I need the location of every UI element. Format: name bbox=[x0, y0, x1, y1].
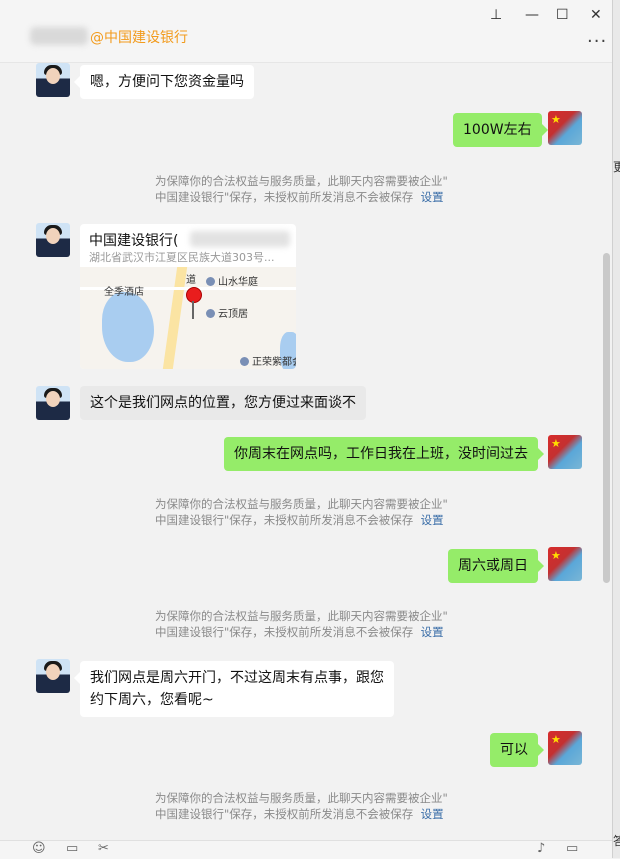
mic-icon[interactable]: ♪ bbox=[537, 841, 545, 856]
bank-avatar[interactable] bbox=[36, 63, 70, 97]
map-label: 全季酒店 bbox=[104, 287, 144, 298]
close-icon[interactable]: ✕ bbox=[590, 7, 602, 23]
input-toolbar: ☺ ▭ ✂ ♪ ▭ bbox=[0, 840, 612, 859]
notice: 为保障你的合法权益与服务质量，此聊天内容需要被企业" 中国建设银行"保存，未授权… bbox=[155, 609, 448, 639]
scrollbar-thumb[interactable] bbox=[603, 253, 610, 583]
folder-icon[interactable]: ▭ bbox=[66, 841, 78, 856]
message-out[interactable]: 周六或周日 bbox=[448, 549, 544, 583]
bank-avatar[interactable] bbox=[36, 223, 70, 257]
notice: 为保障你的合法权益与服务质量，此聊天内容需要被企业" 中国建设银行"保存，未授权… bbox=[155, 791, 448, 821]
maximize-icon[interactable]: ☐ bbox=[556, 7, 569, 23]
user-avatar[interactable]: ★ bbox=[548, 435, 582, 469]
map-label: 道 bbox=[186, 275, 196, 286]
chat-header: @中国建设银行 ⊥ — ☐ ✕ ··· bbox=[0, 0, 612, 63]
message-out[interactable]: 你周末在网点吗，工作日我在上班，没时间过去 bbox=[224, 437, 544, 471]
poi-icon bbox=[206, 309, 215, 318]
poi-icon bbox=[240, 357, 249, 366]
message-out[interactable]: 100W左右 bbox=[453, 113, 548, 147]
user-avatar[interactable]: ★ bbox=[548, 111, 582, 145]
bank-avatar[interactable] bbox=[36, 386, 70, 420]
background-text: 答 bbox=[613, 834, 620, 848]
location-address: 湖北省武汉市江夏区民族大道303号... bbox=[89, 251, 275, 264]
settings-link[interactable]: 设置 bbox=[421, 190, 444, 204]
location-title: 中国建设银行( bbox=[89, 233, 179, 249]
background-window: 更 答 bbox=[612, 0, 620, 858]
notice: 为保障你的合法权益与服务质量，此聊天内容需要被企业" 中国建设银行"保存，未授权… bbox=[155, 174, 448, 204]
scissors-icon[interactable]: ✂ bbox=[98, 841, 109, 856]
bank-avatar[interactable] bbox=[36, 659, 70, 693]
location-map[interactable]: 全季酒店 道 山水华庭 云顶居 正荣紫都会 bbox=[80, 267, 296, 369]
message-in[interactable]: 嗯，方便问下您资金量吗 bbox=[74, 65, 254, 99]
road bbox=[162, 267, 188, 369]
map-label: 正荣紫都会 bbox=[240, 353, 296, 368]
lake bbox=[102, 292, 154, 362]
blurred-name bbox=[30, 27, 88, 45]
pin-stick bbox=[192, 301, 194, 319]
pin-icon[interactable]: ⊥ bbox=[490, 7, 502, 23]
message-in[interactable]: 这个是我们网点的位置，您方便过来面谈不 bbox=[80, 386, 366, 420]
settings-link[interactable]: 设置 bbox=[421, 807, 444, 821]
user-avatar[interactable]: ★ bbox=[548, 547, 582, 581]
message-in[interactable]: 我们网点是周六开门，不过这周末有点事，跟您 约下周六，您看呢~ bbox=[74, 661, 394, 717]
minimize-icon[interactable]: — bbox=[525, 7, 539, 23]
settings-link[interactable]: 设置 bbox=[421, 625, 444, 639]
chat-area: 嗯，方便问下您资金量吗 100W左右 ★ 为保障你的合法权益与服务质量，此聊天内… bbox=[0, 63, 612, 840]
message-out[interactable]: 可以 bbox=[490, 733, 544, 767]
map-label: 云顶居 bbox=[206, 305, 248, 320]
blurred-text bbox=[190, 231, 290, 247]
poi-icon bbox=[206, 277, 215, 286]
notice: 为保障你的合法权益与服务质量，此聊天内容需要被企业" 中国建设银行"保存，未授权… bbox=[155, 497, 448, 527]
settings-link[interactable]: 设置 bbox=[421, 513, 444, 527]
contact-name[interactable]: @中国建设银行 bbox=[90, 27, 188, 47]
more-icon[interactable]: ··· bbox=[587, 31, 607, 52]
location-pin-icon bbox=[186, 287, 202, 303]
emoji-icon[interactable]: ☺ bbox=[32, 841, 46, 856]
location-card[interactable]: 中国建设银行( 湖北省武汉市江夏区民族大道303号... 全季酒店 道 山水华庭… bbox=[80, 224, 296, 369]
map-label: 山水华庭 bbox=[206, 273, 258, 288]
user-avatar[interactable]: ★ bbox=[548, 731, 582, 765]
background-text: 更 bbox=[613, 160, 620, 174]
video-icon[interactable]: ▭ bbox=[566, 841, 578, 856]
